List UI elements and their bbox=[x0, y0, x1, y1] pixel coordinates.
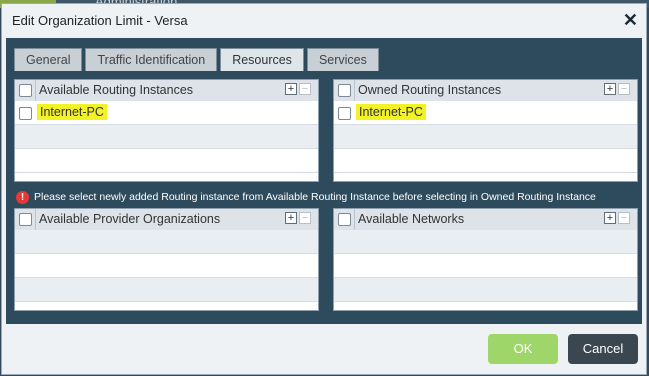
add-button[interactable]: + bbox=[285, 212, 297, 224]
header-divider bbox=[354, 209, 355, 230]
tab-bar: General Traffic Identification Resources… bbox=[14, 48, 379, 72]
tab-traffic-identification[interactable]: Traffic Identification bbox=[85, 48, 218, 71]
empty-row bbox=[15, 125, 318, 149]
tab-services[interactable]: Services bbox=[306, 48, 379, 71]
empty-row bbox=[334, 125, 637, 149]
warning-text: Please select newly added Routing instan… bbox=[34, 191, 596, 203]
row-checkbox[interactable] bbox=[19, 107, 32, 120]
dialog-titlebar: Edit Organization Limit - Versa ✕ bbox=[2, 4, 646, 38]
add-button[interactable]: + bbox=[604, 212, 616, 224]
ok-button[interactable]: OK bbox=[488, 334, 558, 364]
empty-row bbox=[334, 278, 637, 302]
cancel-button[interactable]: Cancel bbox=[568, 334, 638, 364]
select-all-checkbox[interactable] bbox=[19, 84, 32, 97]
grid-header: Available Provider Organizations + − bbox=[15, 209, 318, 231]
add-button[interactable]: + bbox=[285, 83, 297, 95]
remove-button[interactable]: − bbox=[299, 212, 311, 224]
grid-header-label: Owned Routing Instances bbox=[358, 83, 502, 97]
select-all-checkbox[interactable] bbox=[338, 213, 351, 226]
row-label: Internet-PC bbox=[356, 104, 426, 120]
warning-icon: ! bbox=[16, 191, 29, 204]
select-all-checkbox[interactable] bbox=[19, 213, 32, 226]
remove-button[interactable]: − bbox=[618, 212, 630, 224]
row-checkbox[interactable] bbox=[338, 107, 351, 120]
empty-row bbox=[334, 254, 637, 278]
empty-row bbox=[334, 149, 637, 173]
owned-routing-instances-grid: Owned Routing Instances + − Internet-PC bbox=[333, 79, 638, 182]
header-divider bbox=[35, 209, 36, 230]
grid-header: Available Routing Instances + − bbox=[15, 80, 318, 102]
empty-row bbox=[15, 149, 318, 173]
add-button[interactable]: + bbox=[604, 83, 616, 95]
remove-button[interactable]: − bbox=[618, 83, 630, 95]
grid-header-label: Available Provider Organizations bbox=[39, 212, 221, 226]
grid-header: Available Networks + − bbox=[334, 209, 637, 231]
edit-organization-limit-dialog: Edit Organization Limit - Versa ✕ Genera… bbox=[1, 3, 647, 375]
dialog-body-panel: General Traffic Identification Resources… bbox=[6, 38, 642, 324]
grid-header-label: Available Routing Instances bbox=[39, 83, 194, 97]
dialog-title: Edit Organization Limit - Versa bbox=[12, 13, 188, 28]
remove-button[interactable]: − bbox=[299, 83, 311, 95]
row-label: Internet-PC bbox=[37, 104, 107, 120]
select-all-checkbox[interactable] bbox=[338, 84, 351, 97]
grid-header: Owned Routing Instances + − bbox=[334, 80, 637, 102]
table-row[interactable]: Internet-PC bbox=[334, 101, 637, 125]
header-divider bbox=[35, 80, 36, 101]
empty-row bbox=[15, 278, 318, 302]
close-icon[interactable]: ✕ bbox=[623, 10, 638, 31]
empty-row bbox=[334, 230, 637, 254]
available-routing-instances-grid: Available Routing Instances + − Internet… bbox=[14, 79, 319, 182]
empty-row bbox=[15, 254, 318, 278]
empty-row bbox=[15, 230, 318, 254]
available-networks-grid: Available Networks + − bbox=[333, 208, 638, 311]
tab-general[interactable]: General bbox=[14, 48, 83, 71]
header-divider bbox=[354, 80, 355, 101]
available-provider-organizations-grid: Available Provider Organizations + − bbox=[14, 208, 319, 311]
tab-resources[interactable]: Resources bbox=[220, 48, 304, 71]
table-row[interactable]: Internet-PC bbox=[15, 101, 318, 125]
grid-header-label: Available Networks bbox=[358, 212, 465, 226]
